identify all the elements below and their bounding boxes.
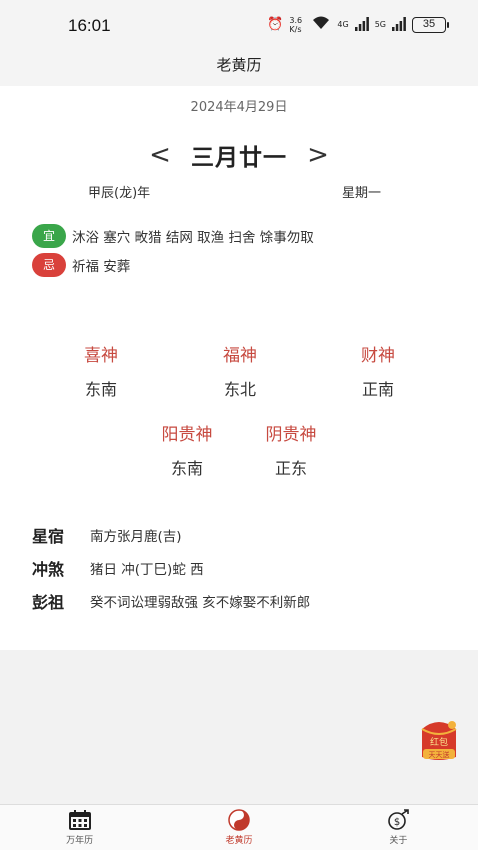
god-name: 阴贵神 — [265, 425, 317, 445]
signal1-label: 4G — [337, 20, 349, 29]
god-name: 喜神 — [84, 346, 118, 366]
bottom-nav: 万年历 老黄历 $ 关于 — [0, 804, 478, 850]
status-time: 16:01 — [68, 16, 111, 35]
god-xishen: 喜神 东南 — [56, 341, 146, 400]
red-packet-text1: 红包 — [430, 736, 448, 748]
god-name: 阳贵神 — [161, 425, 213, 445]
ganzhi-year: 甲辰(龙)年 — [88, 186, 151, 201]
red-packet-icon: 红包 天天送 — [421, 721, 457, 760]
god-direction: 正东 — [274, 459, 307, 478]
prev-day-button[interactable]: < — [145, 140, 175, 170]
ji-row: 忌 祈福 安葬 — [32, 253, 130, 277]
solar-date: 2024年4月29日 — [190, 100, 288, 115]
page-title: 老黄历 — [216, 56, 262, 74]
god-direction: 东南 — [84, 380, 117, 399]
chongsha-label: 冲煞 — [32, 560, 65, 579]
red-packet-text2: 天天送 — [429, 750, 450, 759]
calendar-icon — [68, 810, 91, 830]
chongsha-row: 冲煞 猪日 冲(丁巳)蛇 西 — [32, 556, 204, 580]
xingxiu-label: 星宿 — [32, 527, 65, 546]
god-name: 福神 — [223, 346, 257, 366]
xingxiu-row: 星宿 南方张月鹿(吉) — [32, 523, 182, 547]
pengzu-row: 彭祖 癸不词讼理弱敌强 亥不嫁娶不利新郎 — [32, 589, 310, 613]
signal2-icon — [392, 16, 406, 35]
nav-item-about[interactable]: $ 关于 — [319, 805, 478, 850]
xingxiu-text: 南方张月鹿(吉) — [90, 529, 182, 545]
alarm-icon: ⏰ — [267, 17, 284, 32]
god-direction: 东南 — [170, 459, 203, 478]
nav-label: 万年历 — [66, 836, 94, 846]
signal1-icon — [354, 16, 369, 35]
yi-text: 沐浴 塞穴 畋猎 结网 取渔 扫舍 馀事勿取 — [72, 230, 314, 246]
svg-text:$: $ — [394, 817, 400, 828]
god-direction: 正南 — [361, 380, 394, 399]
ji-badge: 忌 — [32, 253, 66, 277]
yin-yang-icon — [228, 809, 250, 831]
god-yangguishen: 阳贵神 东南 — [142, 420, 232, 479]
pengzu-label: 彭祖 — [32, 593, 65, 612]
money-icon: $ — [388, 809, 410, 830]
red-packet-button[interactable]: 红包 天天送 — [414, 713, 464, 763]
ji-text: 祈福 安葬 — [72, 259, 131, 275]
net-speed: 3.6 K/s — [289, 16, 303, 34]
nav-item-calendar[interactable]: 万年历 — [0, 805, 159, 850]
app-header: 老黄历 — [0, 50, 478, 86]
wifi-icon — [311, 15, 331, 35]
pengzu-text: 癸不词讼理弱敌强 亥不嫁娶不利新郎 — [90, 595, 311, 611]
next-day-button[interactable]: > — [303, 140, 333, 170]
status-bar: 16:01 ⏰ 3.6 K/s 4G 5G 35 — [0, 0, 478, 50]
yi-badge: 宜 — [32, 224, 66, 248]
signal2-label: 5G — [374, 20, 386, 29]
god-name: 财神 — [361, 346, 395, 366]
god-fushen: 福神 东北 — [195, 341, 285, 400]
chongsha-text: 猪日 冲(丁巳)蛇 西 — [90, 562, 204, 578]
almanac-card: 2024年4月29日 < 三月廿一 > 甲辰(龙)年 星期一 宜 沐浴 塞穴 畋… — [0, 86, 478, 650]
god-caishen: 财神 正南 — [333, 341, 423, 400]
lunar-date: 三月廿一 — [191, 145, 287, 171]
yi-row: 宜 沐浴 塞穴 畋猎 结网 取渔 扫舍 馀事勿取 — [32, 224, 314, 248]
nav-label: 老黄历 — [225, 836, 253, 846]
status-icons: ⏰ 3.6 K/s 4G 5G 35 — [267, 15, 449, 35]
lunar-date-row: < 三月廿一 > — [0, 138, 478, 172]
battery-icon: 35 — [412, 17, 449, 33]
god-direction: 东北 — [223, 380, 256, 399]
god-yinguishen: 阴贵神 正东 — [246, 420, 336, 479]
weekday: 星期一 — [342, 186, 382, 201]
nav-label: 关于 — [389, 836, 408, 846]
nav-item-almanac[interactable]: 老黄历 — [159, 805, 318, 850]
